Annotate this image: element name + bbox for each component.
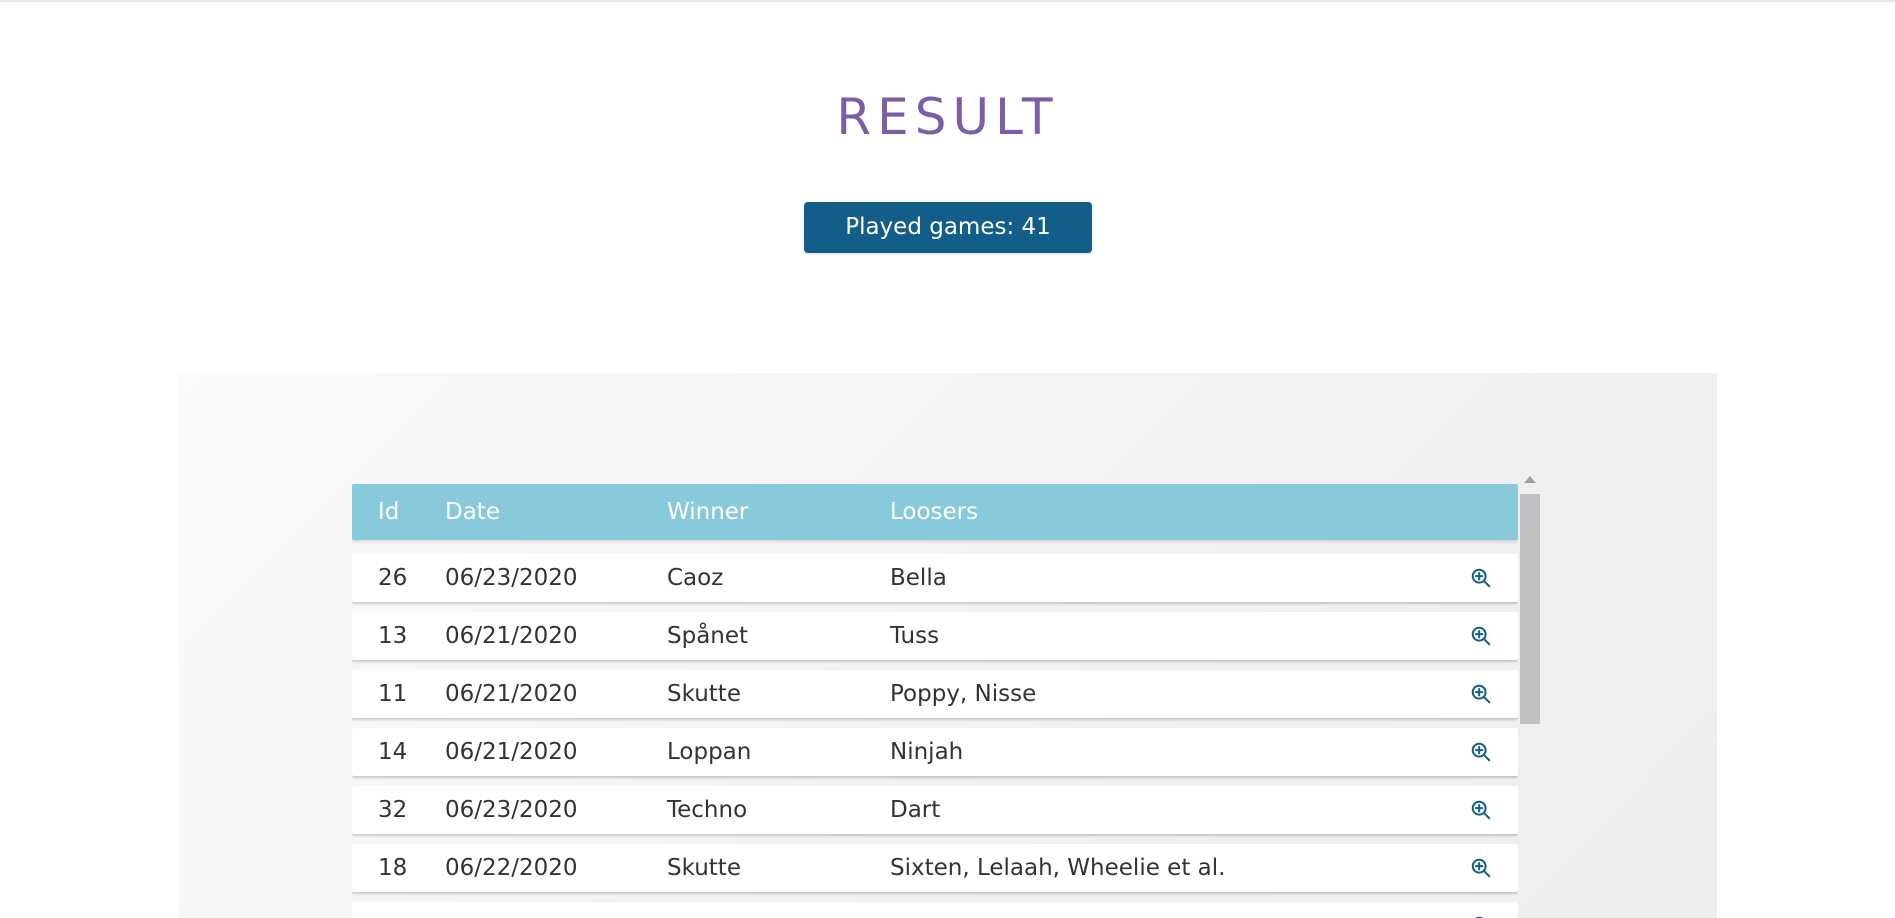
row-winner-cell: Skutte [667,855,741,881]
row-date-cell: 06/23/2020 [445,797,578,823]
zoom-in-icon[interactable] [1468,565,1494,591]
table-row[interactable]: 32 06/23/2020 Techno Dart [352,786,1518,834]
table-header: Id Date Winner Loosers [352,484,1518,540]
zoom-in-icon[interactable] [1468,739,1494,765]
row-loosers-cell: Ninjah [890,739,964,765]
zoom-in-icon[interactable] [1468,855,1494,881]
played-games-button[interactable]: Played games: 41 [804,202,1092,253]
row-action-cell [1464,728,1498,776]
row-date-cell: 06/23/2020 [445,565,578,591]
row-winner-cell: Spånet [667,623,749,649]
table-row[interactable]: 11 06/21/2020 Skutte Poppy, Nisse [352,670,1518,718]
row-id-cell: 26 [378,565,408,591]
column-header-date[interactable]: Date [445,484,500,540]
column-header-winner[interactable]: Winner [667,484,748,540]
zoom-in-icon[interactable] [1468,681,1494,707]
table-row[interactable]: 13 06/21/2020 Spånet Tuss [352,612,1518,660]
table-row[interactable]: 26 06/23/2020 Caoz Bella [352,554,1518,602]
table-row[interactable]: 14 06/21/2020 Loppan Ninjah [352,728,1518,776]
row-action-cell [1464,786,1498,834]
row-loosers-cell: Poppy, Nisse [890,681,1037,707]
row-id-cell: 32 [378,797,408,823]
scroll-up-arrow-icon[interactable] [1524,476,1536,483]
column-header-loosers[interactable]: Loosers [890,484,978,540]
zoom-in-icon[interactable] [1468,623,1494,649]
row-loosers-cell: Dart [890,797,941,823]
row-winner-cell: Loppan [667,739,752,765]
row-date-cell: 06/21/2020 [445,739,578,765]
results-table: Id Date Winner Loosers 26 06/23/2020 Caoz B… [352,484,1518,918]
row-loosers-cell: Sixten, Lelaah, Wheelie et al. [890,855,1226,881]
table-row[interactable]: 18 06/22/2020 Skutte Sixten, Lelaah, Wheeli… [352,844,1518,892]
table-scrollbar[interactable] [1520,476,1540,918]
row-id-cell: 18 [378,855,408,881]
page-title: RESULT [836,88,1059,146]
row-id-cell: 11 [378,681,408,707]
row-action-cell [1464,554,1498,602]
row-action-cell [1464,670,1498,718]
scrollbar-thumb[interactable] [1520,494,1540,724]
column-header-id[interactable]: Id [378,484,399,540]
row-loosers-cell: Bella [890,565,947,591]
top-divider [0,0,1895,2]
row-action-cell [1464,612,1498,660]
row-loosers-cell: Tuss [890,623,940,649]
row-action-cell [1464,844,1498,892]
row-date-cell: 06/21/2020 [445,681,578,707]
row-date-cell: 06/21/2020 [445,623,578,649]
row-id-cell: 14 [378,739,408,765]
row-date-cell: 06/22/2020 [445,855,578,881]
row-winner-cell: Skutte [667,681,741,707]
row-winner-cell: Techno [667,797,748,823]
row-id-cell: 13 [378,623,408,649]
zoom-in-icon[interactable] [1468,913,1494,918]
zoom-in-icon[interactable] [1468,797,1494,823]
row-winner-cell: Caoz [667,565,724,591]
table-row[interactable] [352,902,1518,918]
row-action-cell [1464,902,1498,918]
